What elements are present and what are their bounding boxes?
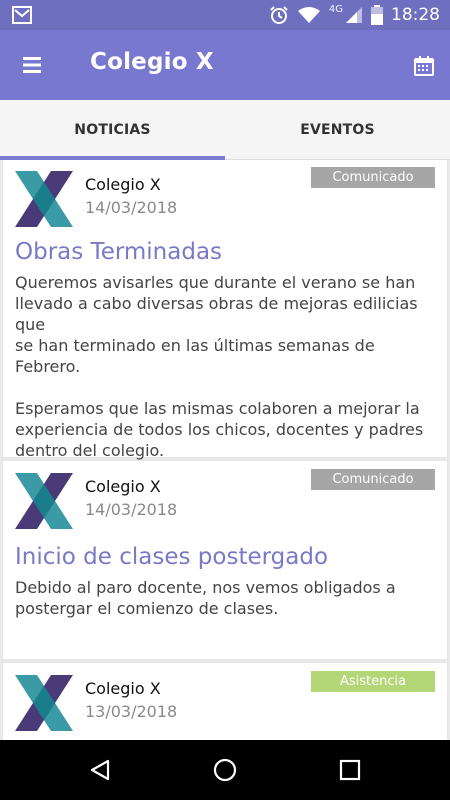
calendar-icon[interactable] [412,54,436,78]
signal-icon [346,7,362,23]
post-body-line: postergar el comienzo de clases. [15,599,279,618]
category-badge: Comunicado [311,469,435,490]
status-bar: 4G 18:28 [0,0,450,30]
post-body-line: Debido al paro docente, nos vemos obliga… [15,578,396,597]
post-body: Debido al paro docente, nos vemos obliga… [15,577,439,619]
post-date: 14/03/2018 [85,198,178,217]
tab-label: NOTICIAS [74,122,151,138]
post-author: Colegio X [85,175,161,194]
wifi-icon [297,7,320,23]
category-badge: Comunicado [311,167,435,188]
system-navigation-bar [0,740,450,800]
school-logo-icon [15,675,73,731]
news-card[interactable]: Colegio X 14/03/2018 Comunicado Obras Te… [2,160,448,461]
battery-icon [371,5,383,25]
school-logo-icon [15,171,73,227]
post-body-line [15,377,439,398]
back-button[interactable] [70,740,130,800]
school-logo-icon [15,473,73,529]
post-body: Queremos avisarles que durante el verano… [15,272,439,461]
alarm-icon [270,6,288,24]
news-feed[interactable]: Colegio X 14/03/2018 Comunicado Obras Te… [0,160,450,740]
post-title: Inicio de clases postergado [15,544,329,570]
recents-button[interactable] [320,740,380,800]
post-body-line: dentro del colegio. [15,441,165,460]
tab-eventos[interactable]: EVENTOS [225,100,450,160]
tab-noticias[interactable]: NOTICIAS [0,100,225,160]
post-author: Colegio X [85,477,161,496]
hamburger-menu-icon[interactable] [22,54,48,76]
post-body-line: llevado a cabo diversas obras de mejoras… [15,294,418,334]
app-title: Colegio X [90,49,214,75]
post-body-line: Esperamos que las mismas colaboren a mej… [15,399,420,418]
back-triangle-icon [90,759,110,781]
post-title: Obras Terminadas [15,239,223,265]
status-time: 18:28 [391,5,440,25]
network-type-label: 4G [328,3,343,15]
app-bar: Colegio X [0,30,450,100]
tab-label: EVENTOS [300,122,375,138]
news-card[interactable]: Colegio X 14/03/2018 Comunicado Inicio d… [2,460,448,660]
post-date: 13/03/2018 [85,702,178,721]
post-body-line: se han terminado en las últimas semanas … [15,336,375,376]
category-badge: Asistencia [311,671,435,692]
post-author: Colegio X [85,679,161,698]
post-body-line: Queremos avisarles que durante el verano… [15,273,416,292]
mail-icon [12,6,32,24]
tab-bar: NOTICIAS EVENTOS [0,100,450,160]
home-circle-icon [213,758,237,782]
home-button[interactable] [195,740,255,800]
post-date: 14/03/2018 [85,500,178,519]
post-body-line: experiencia de todos los chicos, docente… [15,420,424,439]
news-card[interactable]: Colegio X 13/03/2018 Asistencia [2,662,448,740]
recents-square-icon [339,759,361,781]
